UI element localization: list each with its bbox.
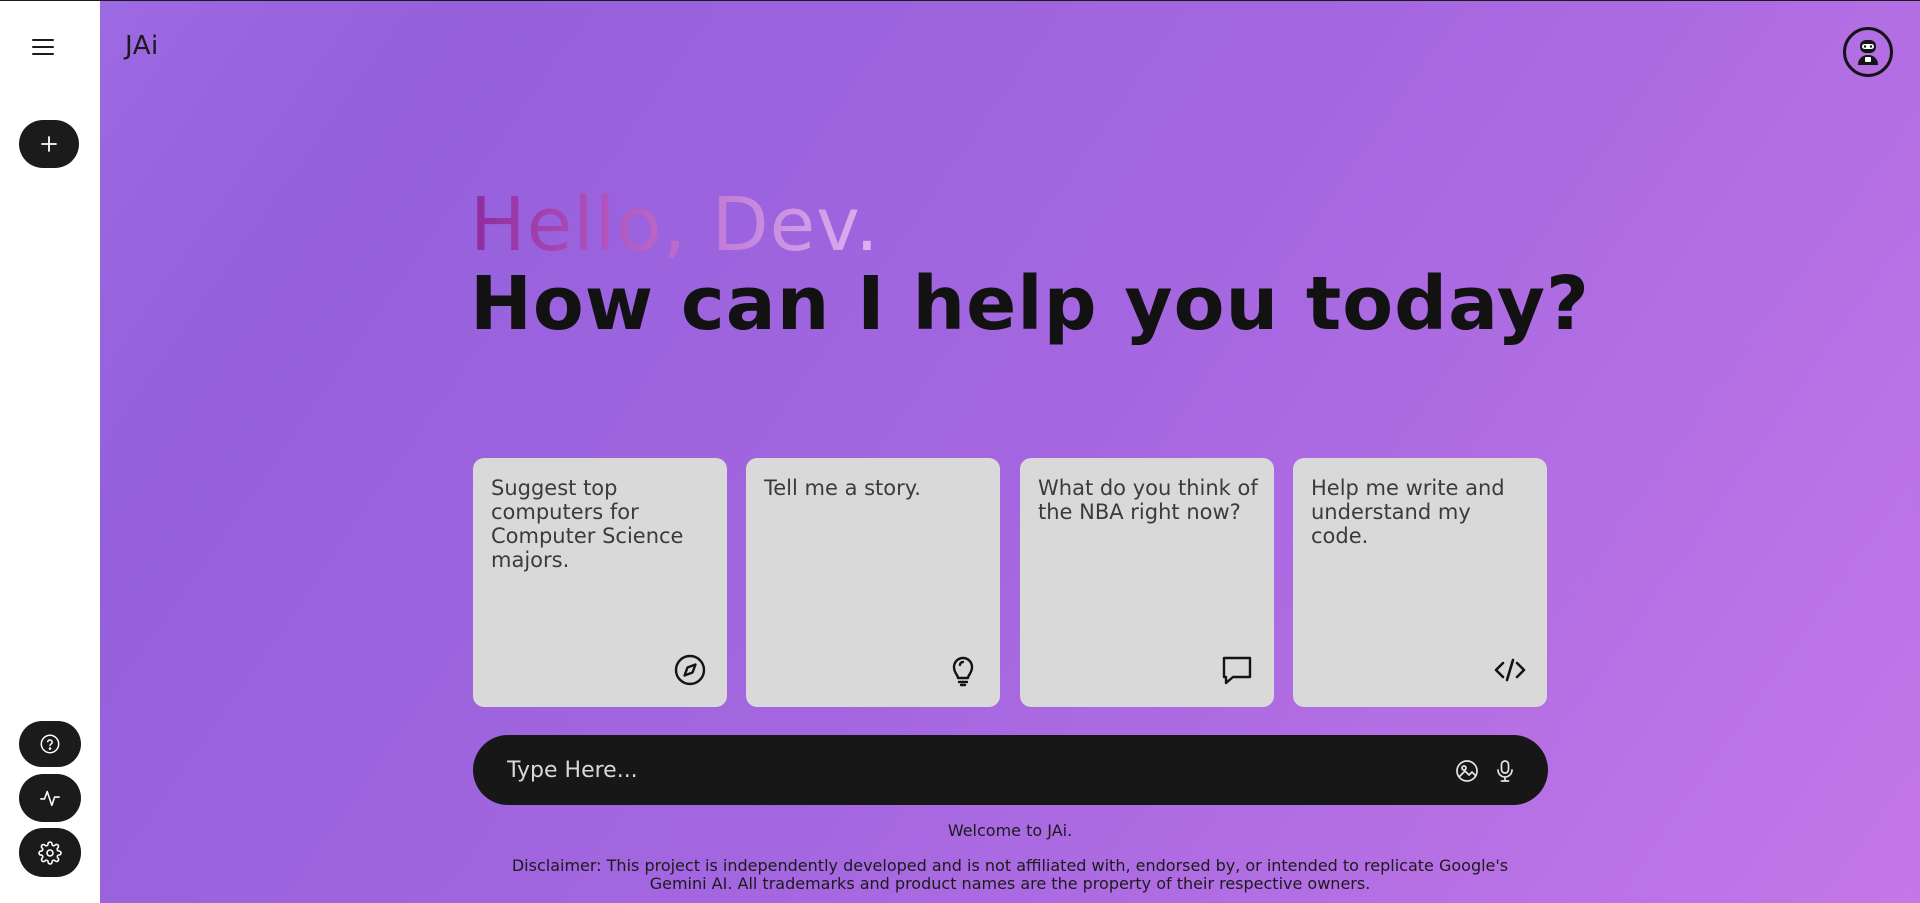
activity-icon <box>40 790 60 807</box>
lightbulb-icon <box>946 653 980 687</box>
microphone-button[interactable] <box>1491 757 1519 785</box>
plus-icon <box>41 136 57 152</box>
sidebar <box>0 1 100 903</box>
prompt-input[interactable] <box>507 749 1407 791</box>
prompt-bar <box>473 735 1548 805</box>
card-text: Suggest top computers for Computer Scien… <box>491 476 684 572</box>
greeting-name: Hello, Dev. <box>470 182 880 268</box>
activity-button[interactable] <box>19 774 81 822</box>
card-text: Tell me a story. <box>764 476 921 500</box>
suggestion-cards: Suggest top computers for Computer Scien… <box>473 458 1548 707</box>
card-text: Help me write and understand my code. <box>1311 476 1505 548</box>
code-icon <box>1493 653 1527 687</box>
help-button[interactable] <box>19 721 81 767</box>
new-chat-button[interactable] <box>19 120 79 168</box>
help-circle-icon <box>40 734 60 754</box>
microphone-icon <box>1497 760 1513 782</box>
gear-icon <box>38 840 62 865</box>
hamburger-icon[interactable] <box>30 37 56 57</box>
suggestion-card-nba[interactable]: What do you think of the NBA right now? <box>1020 458 1274 707</box>
user-avatar[interactable] <box>1843 27 1893 77</box>
greeting-question: How can I help you today? <box>470 261 1590 347</box>
compass-icon <box>673 653 707 687</box>
disclaimer-text: Disclaimer: This project is independentl… <box>511 856 1509 893</box>
robot-avatar-icon <box>1858 40 1878 65</box>
app-brand: JAi <box>125 31 159 61</box>
chat-bubble-icon <box>1220 653 1254 687</box>
suggestion-card-computers[interactable]: Suggest top computers for Computer Scien… <box>473 458 727 707</box>
image-upload-button[interactable] <box>1453 757 1481 785</box>
image-upload-icon <box>1456 760 1478 782</box>
suggestion-card-code[interactable]: Help me write and understand my code. <box>1293 458 1547 707</box>
welcome-text: Welcome to JAi. <box>947 821 1073 840</box>
card-text: What do you think of the NBA right now? <box>1038 476 1258 524</box>
suggestion-card-story[interactable]: Tell me a story. <box>746 458 1000 707</box>
